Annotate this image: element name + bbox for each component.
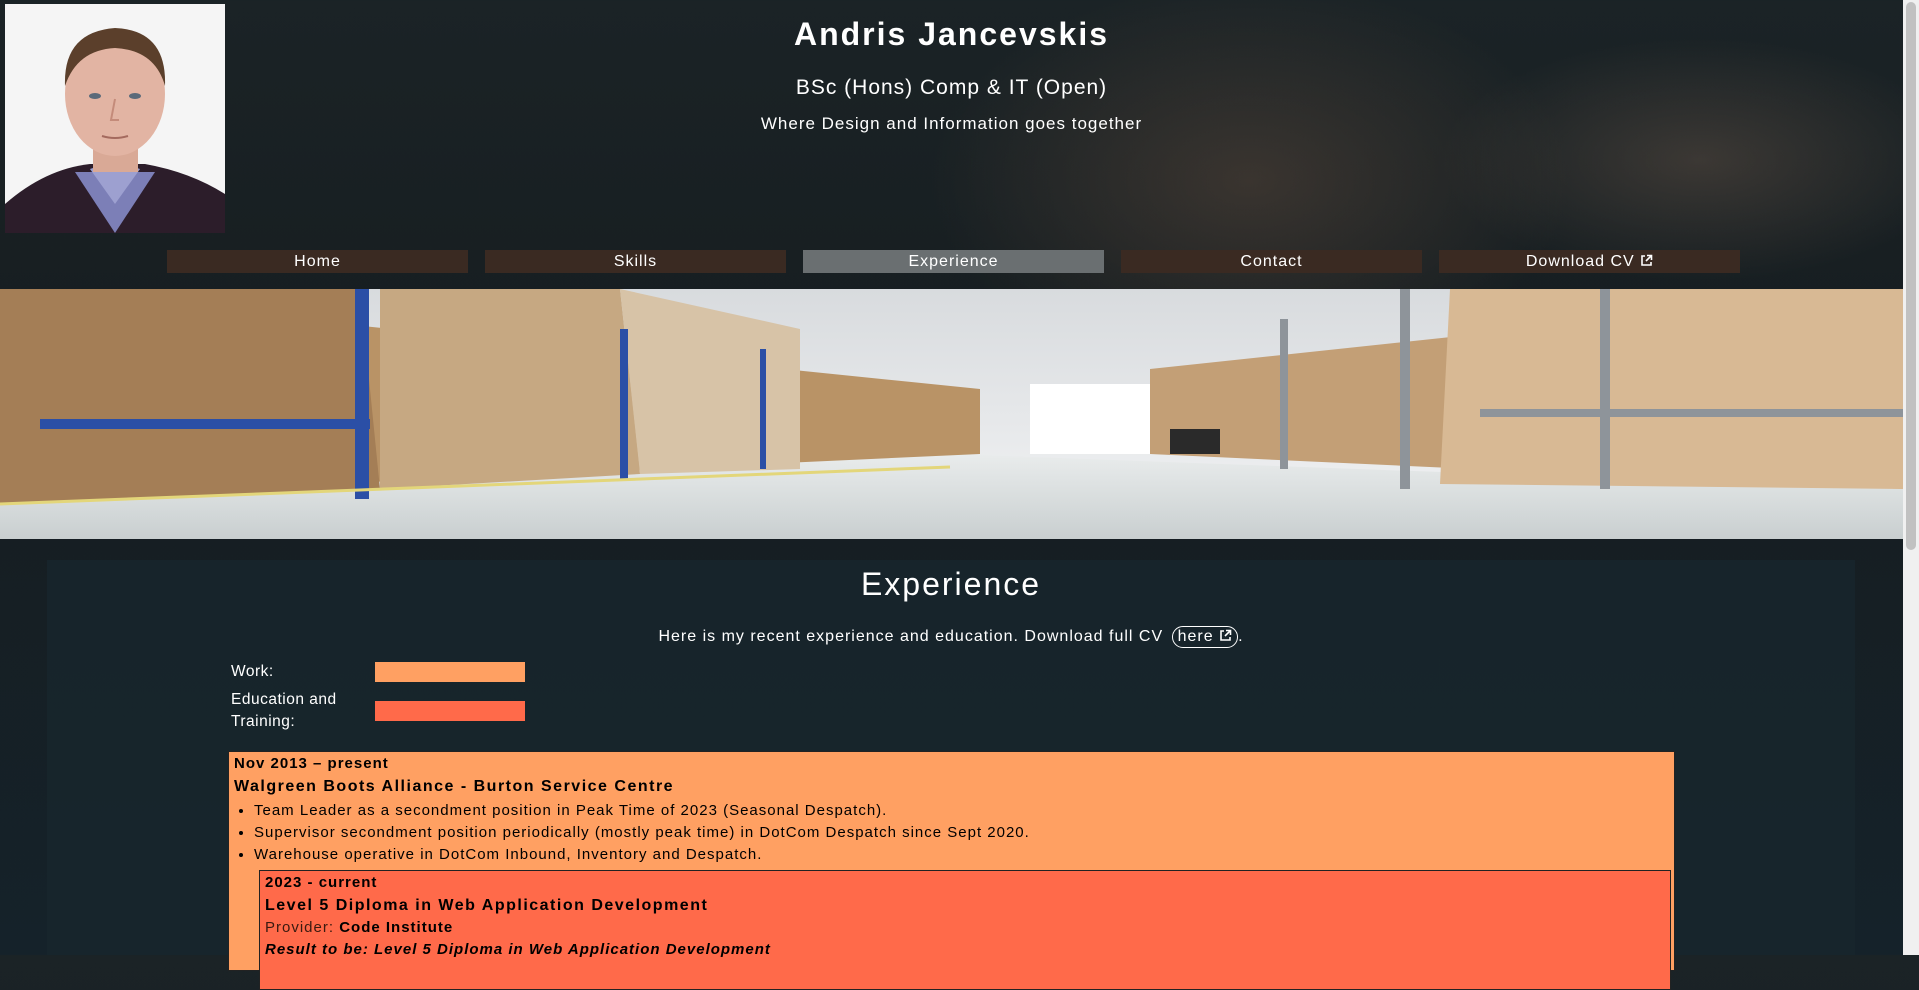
nav-home[interactable]: Home [167, 250, 468, 273]
tagline: Where Design and Information goes togeth… [760, 114, 1143, 133]
intro-copy: Here is my recent experience and educati… [658, 628, 1164, 645]
legend-education-swatch [375, 701, 525, 721]
download-cv-link[interactable]: here [1171, 626, 1239, 648]
work-title: Walgreen Boots Alliance - Burton Service… [234, 778, 675, 795]
external-link-icon [1219, 628, 1232, 645]
list-item: Supervisor secondment position periodica… [254, 822, 1669, 844]
nav-download-cv[interactable]: Download CV [1439, 250, 1740, 273]
external-link-icon [1640, 253, 1653, 270]
site-header: Andris Jancevskis BSc (Hons) Comp & IT (… [0, 14, 1903, 134]
nav-contact[interactable]: Contact [1121, 250, 1422, 273]
section-title: Experience [860, 566, 1042, 602]
legend-education: Education and Training: [231, 689, 525, 733]
site-name: Andris Jancevskis [793, 16, 1110, 52]
education-date: 2023 - current [265, 874, 378, 891]
intro-text: Here is my recent experience and educati… [47, 626, 1855, 648]
color-legend: Work: Education and Training: [231, 661, 525, 739]
education-result: Result to be: Level 5 Diploma in Web App… [265, 941, 771, 958]
work-duties: Team Leader as a secondment position in … [234, 800, 1669, 866]
experience-section: Experience Here is my recent experience … [47, 560, 1855, 990]
work-date: Nov 2013 – present [234, 755, 389, 772]
legend-work-label: Work: [231, 663, 274, 680]
main-nav: Home Skills Experience Contact Download … [167, 250, 1740, 273]
nav-skills[interactable]: Skills [485, 250, 786, 273]
provider-value: Code Institute [339, 919, 454, 936]
nav-contact-label: Contact [1240, 253, 1303, 270]
provider-label: Provider: [265, 919, 335, 936]
nav-download-cv-label: Download CV [1525, 253, 1635, 270]
work-entry: Nov 2013 – present Walgreen Boots Allian… [228, 751, 1675, 990]
nav-home-label: Home [294, 253, 341, 270]
nav-experience-label: Experience [908, 253, 999, 270]
list-item: Warehouse operative in DotCom Inbound, I… [254, 844, 1669, 866]
nav-skills-label: Skills [613, 253, 658, 270]
scrollbar-thumb[interactable] [1906, 2, 1916, 550]
education-provider: Provider: Code Institute [265, 917, 1665, 939]
legend-work: Work: [231, 661, 525, 683]
legend-education-label: Education and Training: [231, 691, 337, 730]
education-entry: 2023 - current Level 5 Diploma in Web Ap… [259, 870, 1671, 990]
legend-work-swatch [375, 662, 525, 682]
warehouse-hero-image [0, 289, 1903, 539]
education-title: Level 5 Diploma in Web Application Devel… [265, 897, 709, 914]
intro-end: . [1238, 628, 1244, 645]
download-cv-link-label: here [1177, 628, 1214, 645]
page-scrollbar[interactable] [1903, 0, 1919, 955]
nav-experience[interactable]: Experience [803, 250, 1104, 273]
degree-subtitle: BSc (Hons) Comp & IT (Open) [795, 76, 1108, 99]
list-item: Team Leader as a secondment position in … [254, 800, 1669, 822]
